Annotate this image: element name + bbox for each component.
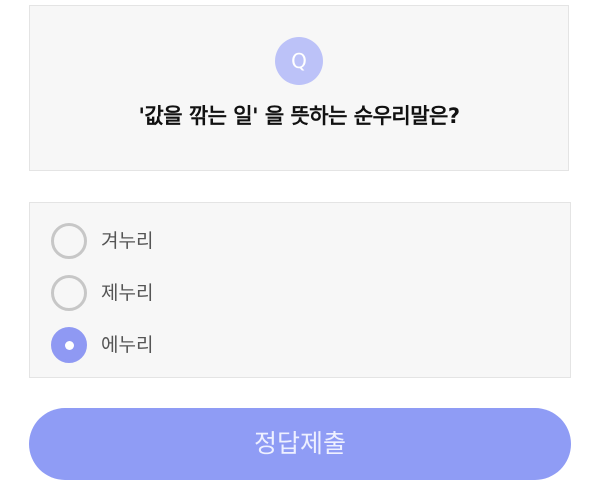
- question-text: '값을 깎는 일' 을 뜻하는 순우리말은?: [138, 104, 460, 128]
- option-2-radio[interactable]: [51, 275, 87, 311]
- option-3[interactable]: 에누리: [51, 327, 531, 365]
- option-1-label: 겨누리: [101, 230, 154, 252]
- option-3-radio[interactable]: [51, 327, 87, 363]
- option-2-label: 제누리: [101, 282, 154, 304]
- question-badge: Q: [275, 37, 323, 85]
- quiz-page: Q '값을 깎는 일' 을 뜻하는 순우리말은? 겨누리 제누리 에누리 정답제…: [0, 0, 600, 485]
- answer-options: 겨누리 제누리 에누리: [29, 202, 571, 378]
- option-1[interactable]: 겨누리: [51, 223, 531, 261]
- option-1-radio[interactable]: [51, 223, 87, 259]
- submit-answer-button[interactable]: 정답제출: [29, 408, 571, 480]
- option-3-label: 에누리: [101, 334, 154, 356]
- question-card: Q '값을 깎는 일' 을 뜻하는 순우리말은?: [29, 5, 569, 171]
- option-2[interactable]: 제누리: [51, 275, 531, 313]
